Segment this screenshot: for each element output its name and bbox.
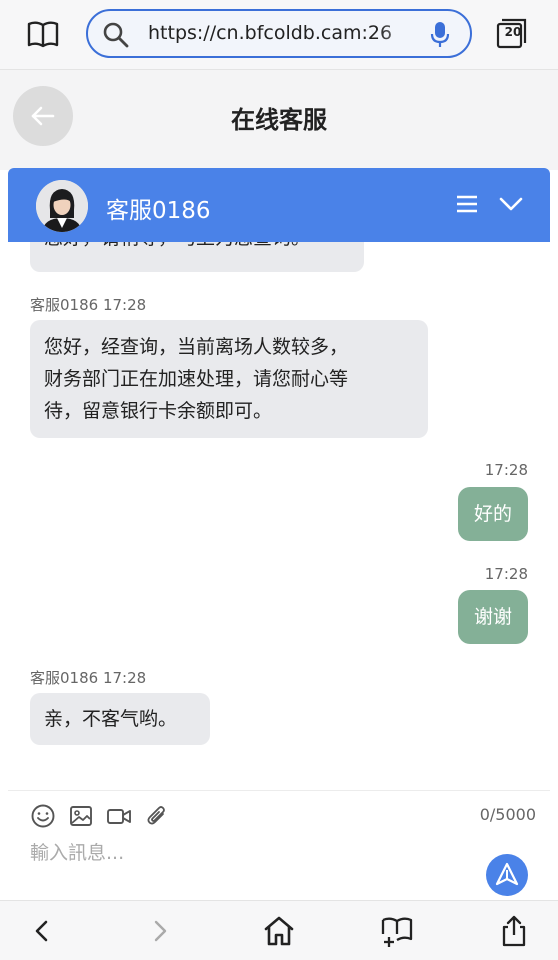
user-message: 好的 bbox=[458, 487, 528, 541]
message-composer: 0/5000 bbox=[8, 790, 550, 900]
video-icon[interactable] bbox=[106, 803, 132, 829]
attachment-icon[interactable] bbox=[144, 803, 170, 829]
add-bookmark-icon[interactable] bbox=[380, 914, 414, 948]
bookmarks-book-icon[interactable] bbox=[26, 19, 60, 49]
agent-message: 亲，不客气哟。 bbox=[30, 693, 210, 745]
image-icon[interactable] bbox=[68, 803, 94, 829]
browser-toolbar: https://cn.bfcoldb.cam:26 20 bbox=[0, 0, 558, 70]
search-icon bbox=[103, 22, 129, 48]
character-count: 0/5000 bbox=[479, 805, 536, 824]
page-title: 在线客服 bbox=[231, 106, 327, 134]
message-meta: 客服0186 17:28 bbox=[30, 296, 147, 314]
home-icon[interactable] bbox=[262, 914, 296, 948]
send-icon bbox=[495, 862, 519, 886]
tab-count: 20 bbox=[504, 25, 522, 39]
browser-bottom-bar bbox=[0, 900, 558, 960]
agent-name: 客服0186 bbox=[106, 198, 211, 224]
agent-avatar bbox=[36, 180, 88, 232]
address-bar[interactable]: https://cn.bfcoldb.cam:26 bbox=[86, 9, 472, 58]
back-chevron-icon[interactable] bbox=[26, 914, 60, 948]
microphone-icon[interactable] bbox=[430, 21, 450, 49]
page-header: 在线客服 bbox=[0, 70, 558, 170]
share-icon[interactable] bbox=[497, 914, 531, 948]
tabs-button[interactable]: 20 bbox=[496, 17, 528, 49]
user-message: 谢谢 bbox=[458, 590, 528, 644]
emoji-icon[interactable] bbox=[30, 803, 56, 829]
message-input[interactable] bbox=[30, 838, 450, 868]
message-time: 17:28 bbox=[484, 565, 528, 583]
agent-message: 您好，经查询，当前离场人数较多， 财务部门正在加速处理，请您耐心等 待，留意银行… bbox=[30, 320, 428, 438]
menu-icon[interactable] bbox=[455, 194, 479, 214]
message-meta: 客服0186 17:28 bbox=[30, 669, 147, 687]
chat-messages: 您好，请稍等，马上为您查询。 客服0186 17:28 您好，经查询，当前离场人… bbox=[8, 170, 550, 790]
chevron-down-icon[interactable] bbox=[498, 195, 524, 213]
send-button[interactable] bbox=[486, 854, 528, 896]
chat-header: 客服0186 bbox=[8, 168, 550, 242]
message-time: 17:28 bbox=[484, 461, 528, 479]
forward-chevron-icon[interactable] bbox=[143, 914, 177, 948]
